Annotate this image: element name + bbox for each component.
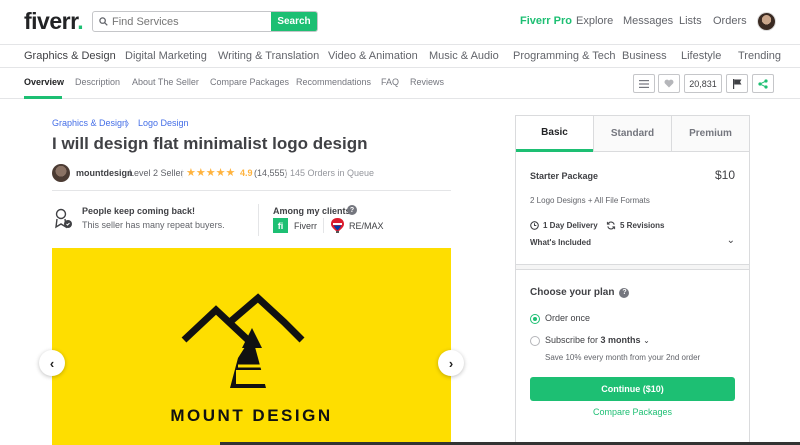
divider: | [285, 168, 288, 178]
flag-button[interactable] [726, 74, 748, 93]
help-icon[interactable]: ? [619, 287, 630, 298]
delivery-time: 1 Day Delivery [530, 221, 598, 230]
client-name: Fiverr [294, 221, 317, 231]
review-count[interactable]: (14,555) [254, 168, 288, 178]
help-icon[interactable]: ? [347, 205, 357, 215]
package-description: 2 Logo Designs + All File Formats [530, 196, 650, 205]
panel-divider [516, 264, 749, 270]
tab-basic[interactable]: Basic [516, 116, 593, 152]
category-writing-translation[interactable]: Writing & Translation [218, 50, 319, 62]
remax-balloon-logo [331, 218, 344, 233]
whats-included-toggle[interactable]: What's Included [530, 238, 591, 247]
fiverr-logo[interactable]: fiverr. [24, 8, 84, 35]
tab-compare-packages[interactable]: Compare Packages [210, 77, 289, 87]
search-button[interactable]: Search [271, 12, 317, 31]
like-button[interactable] [658, 74, 680, 93]
order-once-label[interactable]: Order once [545, 313, 590, 323]
tab-about-seller[interactable]: About The Seller [132, 77, 199, 87]
divider: | [181, 168, 184, 178]
flag-icon [732, 78, 741, 89]
chevron-right-icon: › [448, 355, 454, 371]
tab-faq[interactable]: FAQ [381, 77, 399, 87]
package-tabs: Basic Standard Premium [516, 116, 749, 152]
top-header: fiverr. Search Fiverr Pro Explore Messag… [0, 0, 800, 44]
prev-image-button[interactable]: ‹ [39, 350, 65, 376]
category-video-animation[interactable]: Video & Animation [328, 50, 418, 62]
seller-avatar[interactable] [52, 164, 70, 182]
revisions-count: 5 Revisions [606, 221, 664, 230]
orders-link[interactable]: Orders [713, 15, 747, 27]
category-graphics-design[interactable]: Graphics & Design [24, 50, 116, 62]
menu-icon [639, 79, 649, 88]
hero-brand-text: MOUNT DESIGN [170, 406, 333, 425]
search-input[interactable] [109, 12, 271, 31]
fiverr-pro-link[interactable]: Fiverr Pro [520, 15, 572, 27]
package-price: $10 [714, 168, 735, 182]
seller-level: Level 2 Seller [129, 168, 184, 178]
tab-reviews[interactable]: Reviews [410, 77, 444, 87]
search-bar: Search [92, 11, 318, 32]
breadcrumb-logo-design[interactable]: Logo Design [138, 118, 189, 128]
explore-link[interactable]: Explore [576, 15, 613, 27]
compare-packages-link[interactable]: Compare Packages [516, 407, 749, 417]
category-music-audio[interactable]: Music & Audio [429, 50, 499, 62]
clients-title: Among my clients [273, 206, 351, 216]
rating-stars: ★★★★★ [186, 167, 236, 179]
repeat-buyers-title: People keep coming back! [82, 206, 196, 216]
breadcrumb-separator: 〉 [125, 119, 135, 129]
tab-standard[interactable]: Standard [593, 116, 671, 152]
tab-recommendations[interactable]: Recommendations [296, 77, 371, 87]
section-divider [52, 190, 451, 191]
gig-title: I will design flat minimalist logo desig… [52, 134, 368, 153]
plan-title: Choose your plan? [530, 287, 630, 298]
client-name: RE/MAX [349, 221, 384, 231]
tab-description[interactable]: Description [75, 77, 120, 87]
breadcrumb-graphics-design[interactable]: Graphics & Design [52, 118, 127, 128]
chevron-down-icon[interactable]: ⌄ [727, 235, 735, 246]
repeat-buyers-text: This seller has many repeat buyers. [82, 220, 225, 230]
radio-order-once[interactable] [530, 314, 540, 324]
category-business[interactable]: Business [622, 50, 667, 62]
menu-button[interactable] [633, 74, 655, 93]
share-button[interactable] [752, 74, 774, 93]
seller-name[interactable]: mountdesign [76, 168, 133, 178]
chevron-down-icon[interactable]: ⌄ [643, 336, 650, 345]
radio-subscribe[interactable] [530, 336, 540, 346]
category-programming-tech[interactable]: Programming & Tech [513, 50, 616, 62]
category-bar: Graphics & Design Digital Marketing Writ… [0, 44, 800, 68]
search-icon [93, 12, 109, 31]
orders-in-queue: 145 Orders in Queue [290, 168, 375, 178]
user-avatar[interactable] [757, 12, 776, 31]
refresh-icon [606, 221, 616, 230]
repeat-buyers-icon [55, 208, 72, 229]
gig-image[interactable]: MOUNT DESIGN [52, 248, 451, 445]
fiverr-client-logo: fi [273, 218, 288, 233]
package-name: Starter Package [530, 171, 599, 181]
rating-value: 4.9 [240, 168, 253, 178]
continue-button[interactable]: Continue ($10) [530, 377, 735, 401]
subscription-note: Save 10% every month from your 2nd order [545, 353, 701, 362]
divider [323, 218, 324, 233]
tab-overview[interactable]: Overview [24, 77, 64, 87]
heart-icon [664, 79, 674, 88]
subscribe-duration[interactable]: 3 months [601, 335, 641, 345]
next-image-button[interactable]: › [438, 350, 464, 376]
tab-premium[interactable]: Premium [671, 116, 749, 152]
share-icon [758, 78, 768, 89]
active-tab-indicator [24, 96, 62, 99]
package-panel: Basic Standard Premium Starter Package $… [515, 115, 750, 445]
lists-link[interactable]: Lists [679, 15, 702, 27]
category-digital-marketing[interactable]: Digital Marketing [125, 50, 207, 62]
gig-subnav: Overview Description About The Seller Co… [0, 68, 800, 99]
clock-icon [530, 221, 539, 230]
category-lifestyle[interactable]: Lifestyle [681, 50, 721, 62]
likes-count: 20,831 [684, 74, 722, 93]
chevron-left-icon: ‹ [49, 355, 55, 371]
category-trending[interactable]: Trending [738, 50, 781, 62]
messages-link[interactable]: Messages [623, 15, 673, 27]
divider [258, 204, 259, 236]
subscribe-label[interactable]: Subscribe for 3 months ⌄ [545, 335, 650, 345]
